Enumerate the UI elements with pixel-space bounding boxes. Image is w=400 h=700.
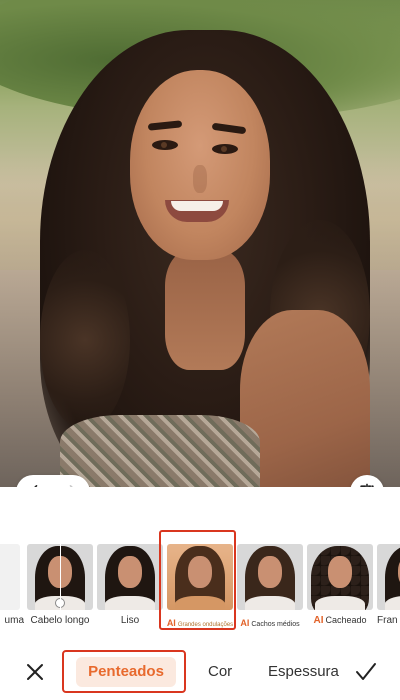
tab-cor[interactable]: Cor	[208, 657, 232, 687]
ai-badge: AI	[240, 618, 250, 628]
style-label: Fran	[377, 615, 398, 626]
right-eye	[212, 144, 238, 154]
style-card[interactable]: uma	[0, 544, 24, 632]
style-thumb	[237, 544, 303, 610]
style-card[interactable]: Liso	[97, 544, 163, 632]
style-card[interactable]: AI Cachos médios	[237, 544, 303, 632]
neck	[165, 250, 245, 370]
style-thumb	[307, 544, 373, 610]
style-thumb	[97, 544, 163, 610]
check-icon[interactable]	[352, 658, 380, 686]
style-card[interactable]: Fran	[377, 544, 400, 632]
hair-curl	[40, 250, 130, 430]
style-thumb	[0, 544, 20, 610]
photo-canvas[interactable]	[0, 0, 400, 487]
selected-style-highlight	[159, 530, 236, 630]
teeth	[171, 201, 223, 211]
style-label: Cabelo longo	[30, 615, 90, 626]
style-label: AI Cacheado	[313, 615, 367, 626]
tab-espessura[interactable]: Espessura	[268, 657, 339, 687]
style-card[interactable]: AI Cacheado	[307, 544, 373, 632]
style-thumb	[377, 544, 400, 610]
style-card[interactable]: Cabelo longo	[27, 544, 93, 632]
active-tab-highlight	[62, 650, 186, 693]
nose	[193, 165, 207, 193]
style-label: Liso	[120, 615, 140, 626]
bottom-tab-bar: Penteados Cor Espessura	[0, 645, 400, 700]
ai-badge: AI	[313, 615, 324, 626]
style-label: AI Cachos médios	[240, 618, 300, 628]
style-thumb	[27, 544, 93, 610]
floral-top	[60, 415, 260, 487]
left-eye	[152, 140, 178, 150]
close-icon[interactable]	[22, 659, 48, 685]
